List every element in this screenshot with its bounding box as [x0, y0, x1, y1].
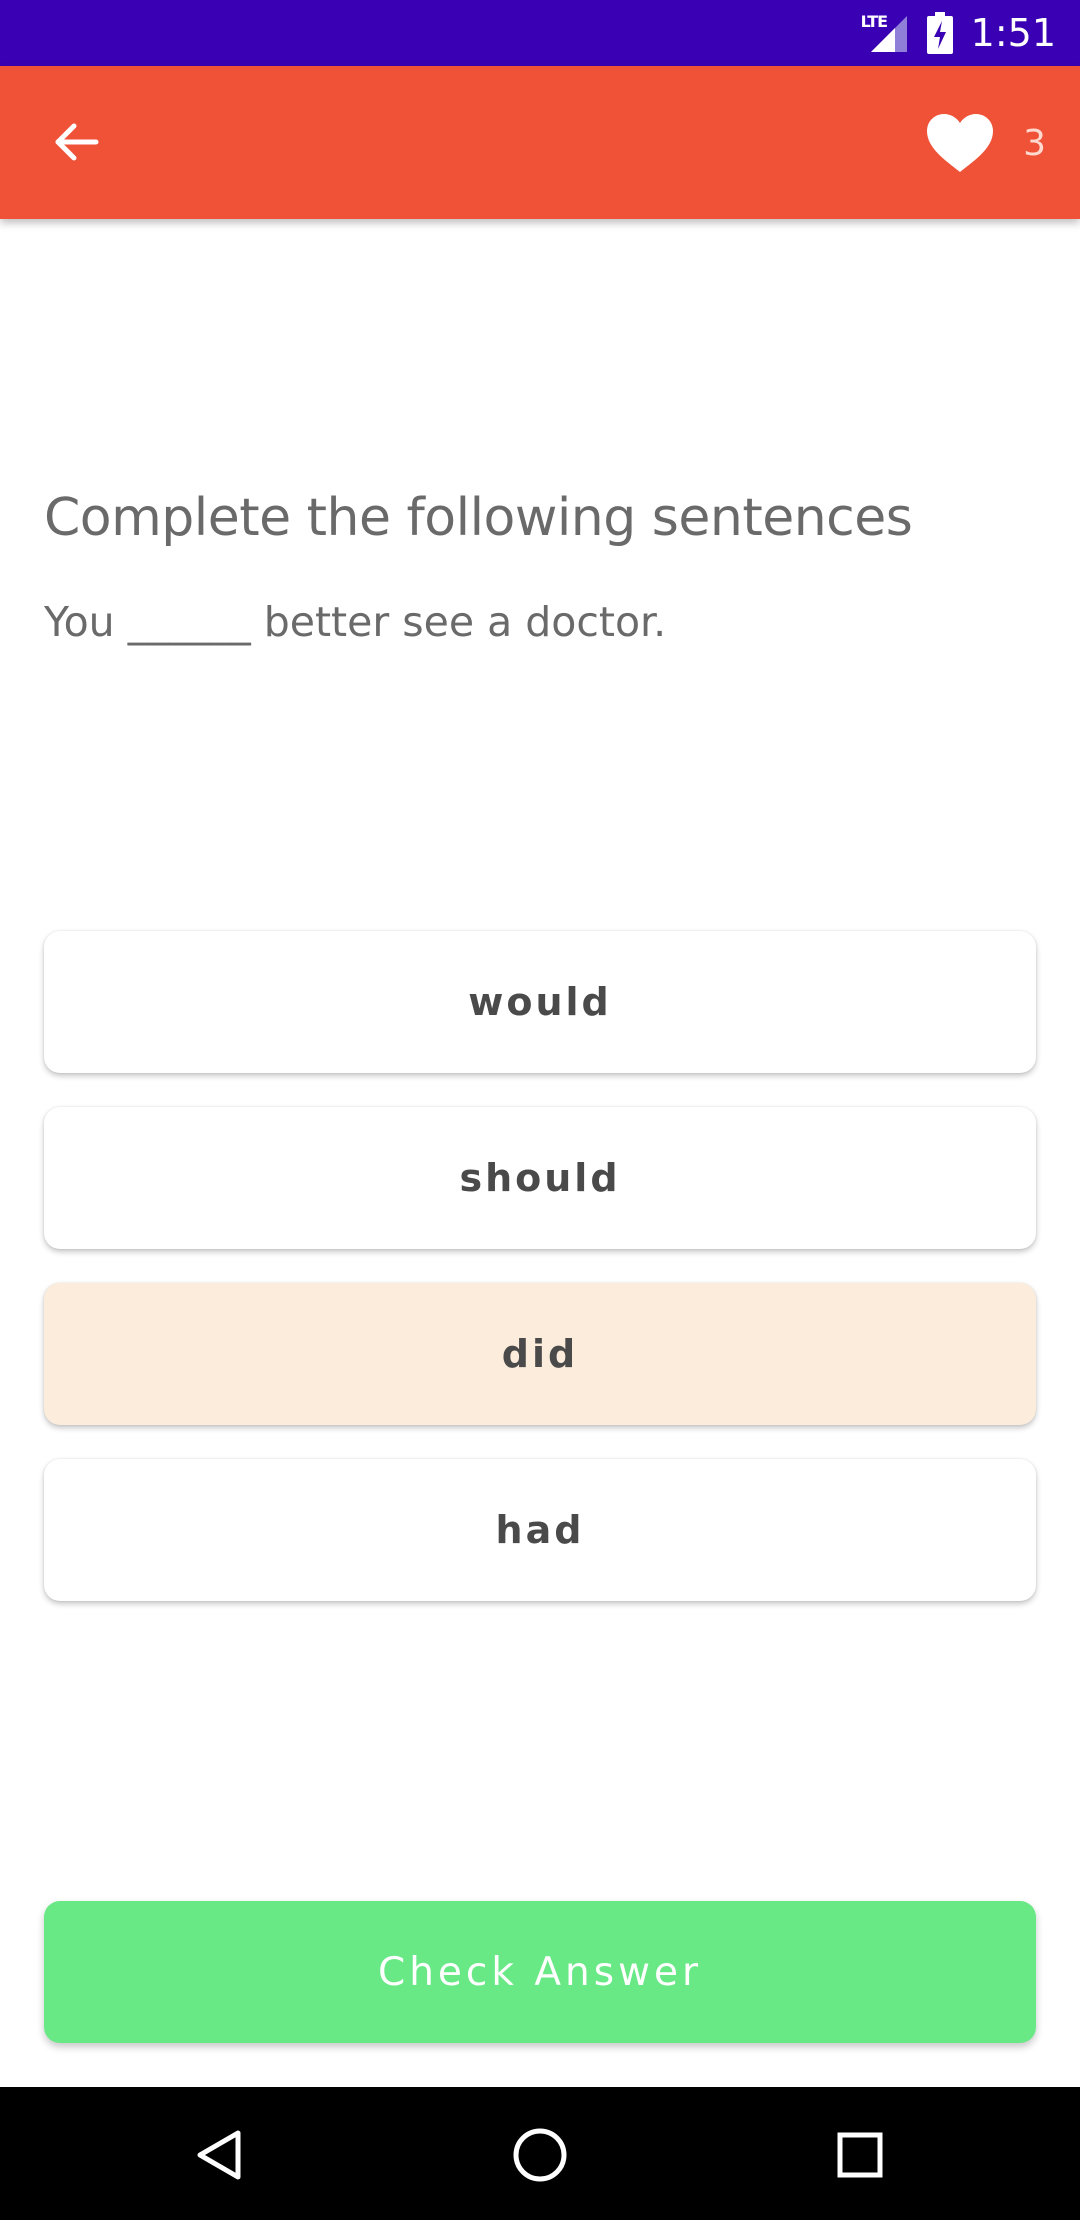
square-recents-icon — [837, 2132, 883, 2178]
option-would[interactable]: would — [44, 931, 1036, 1073]
app-bar: 3 — [0, 66, 1080, 219]
status-bar: LTE 1:51 — [0, 0, 1080, 66]
lives-count: 3 — [1023, 122, 1046, 164]
status-clock: 1:51 — [970, 11, 1056, 55]
check-answer-button[interactable]: Check Answer — [44, 1901, 1036, 2043]
heart-icon — [927, 114, 994, 172]
option-label: had — [495, 1508, 585, 1552]
option-label: should — [459, 1156, 621, 1200]
quiz-screen: LTE 1:51 3 Complete the following senten… — [0, 0, 1080, 2220]
option-did[interactable]: did — [44, 1283, 1036, 1425]
check-answer-label: Check Answer — [377, 1949, 702, 1995]
nav-back-button[interactable] — [178, 2113, 262, 2197]
option-had[interactable]: had — [44, 1459, 1036, 1601]
option-label: would — [468, 980, 612, 1024]
option-should[interactable]: should — [44, 1107, 1036, 1249]
lives-indicator: 3 — [925, 110, 1046, 176]
question-title: Complete the following sentences — [44, 488, 913, 548]
nav-home-button[interactable] — [498, 2113, 582, 2197]
battery-charging-icon — [926, 12, 953, 54]
navigation-bar — [0, 2087, 1080, 2220]
status-icons: LTE 1:51 — [861, 0, 1056, 66]
option-label: did — [501, 1332, 579, 1376]
question-sentence: You ______ better see a doctor. — [44, 598, 667, 646]
triangle-back-icon — [197, 2130, 241, 2180]
back-button[interactable] — [40, 106, 112, 178]
nav-recents-button[interactable] — [818, 2113, 902, 2197]
lte-signal-icon: LTE — [861, 12, 909, 54]
circle-home-icon — [513, 2128, 567, 2182]
arrow-back-icon — [55, 123, 99, 161]
